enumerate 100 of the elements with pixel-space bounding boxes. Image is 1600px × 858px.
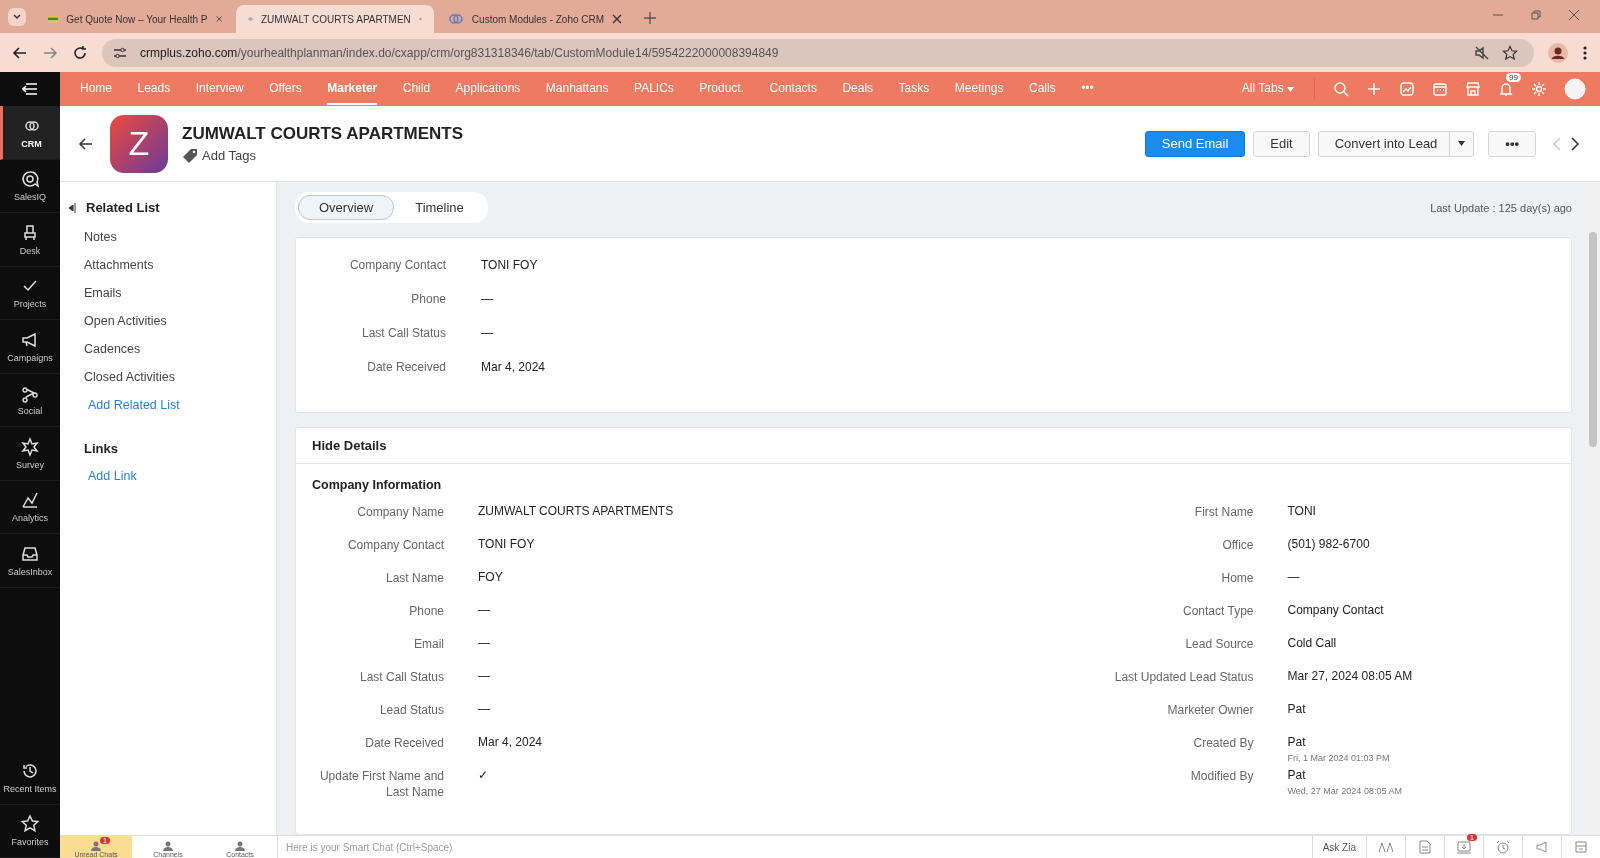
field-value: — (481, 292, 493, 306)
store-icon[interactable] (1465, 81, 1481, 97)
kebab-menu-icon[interactable] (1582, 44, 1588, 61)
chart-icon[interactable] (1399, 81, 1415, 97)
related-list-item[interactable]: Notes (68, 223, 276, 251)
search-icon[interactable] (1333, 81, 1349, 97)
field-value: Company Contact (1287, 603, 1384, 617)
field-value: — (478, 669, 490, 683)
field-label: Last Updated Lead Status (1113, 669, 1255, 685)
field-value: Pat (1287, 735, 1307, 749)
field-value: — (478, 603, 490, 617)
flag-icon (48, 13, 59, 25)
reload-icon[interactable] (72, 44, 88, 61)
back-arrow-icon[interactable] (78, 135, 94, 152)
field-value: TONI FOY (478, 537, 535, 551)
field-value: Mar 27, 2024 08:05 AM (1287, 669, 1413, 683)
calendar-icon[interactable] (1432, 81, 1448, 97)
tag-icon (182, 147, 198, 164)
chat-bubble-icon (20, 169, 40, 190)
chart-icon (20, 490, 40, 511)
new-tab-icon[interactable] (644, 12, 656, 24)
field-label: Last Call Status (360, 326, 447, 340)
field-label: Last Name (384, 570, 445, 586)
close-icon[interactable] (1568, 9, 1580, 21)
field-label: Office (1221, 537, 1255, 553)
previous-icon[interactable] (1552, 135, 1562, 152)
field-value: ZUMWALT COURTS APARTMENTS (478, 504, 674, 518)
field-label: Date Received (364, 735, 445, 751)
add-tags-link[interactable]: Add Tags (182, 147, 464, 164)
next-icon[interactable] (1570, 135, 1580, 152)
field-label: Phone (410, 292, 447, 306)
related-list-item[interactable]: Cadences (68, 335, 276, 363)
section-heading: Company Information (311, 477, 443, 494)
field-value: Mar 4, 2024 (481, 360, 546, 374)
plus-icon[interactable] (1366, 81, 1382, 97)
close-icon[interactable] (215, 14, 222, 24)
star-burst-icon (20, 436, 40, 457)
action-button[interactable]: Edit (1253, 130, 1310, 157)
muted-speaker-icon[interactable] (1474, 44, 1490, 61)
add-link[interactable]: Add Link (68, 462, 276, 490)
field-value: ✓ (478, 768, 488, 782)
sidebar-item[interactable]: CRM (0, 106, 60, 160)
field-label: Company Contact (348, 258, 447, 272)
field-value: TONI FOY (481, 258, 538, 272)
field-label: Date Received (366, 360, 447, 374)
split-button[interactable]: Convert into Lead (1317, 130, 1475, 157)
tab-title: Get Quote Now – Your Health P (66, 13, 208, 25)
field-label: Lead Status (378, 702, 445, 718)
hide-details-link[interactable]: Hide Details (296, 428, 1571, 464)
settings-icon[interactable] (1531, 81, 1547, 97)
related-list-item[interactable]: Attachments (68, 251, 276, 279)
field-value: Mar 4, 2024 (478, 735, 543, 749)
chevron-down-icon (12, 12, 22, 22)
download-icon (1456, 840, 1472, 854)
field-label: Email (413, 636, 445, 652)
view-tab[interactable]: Timeline (394, 195, 485, 220)
people-icon (161, 841, 175, 851)
field-label: Update First Name and Last Name (318, 768, 445, 800)
tab-title: ZUMWALT COURTS APARTMEN (261, 13, 411, 25)
bookmark-star-icon[interactable] (1502, 44, 1518, 61)
restore-icon[interactable] (1530, 9, 1542, 21)
notification-badge: 99 (1506, 73, 1521, 82)
url-text: crmplus.zoho.com/yourhealthplanman/index.do/cxapp/crm/org831318346/tab/CustomModule14/5954222000008394849 (140, 45, 779, 60)
action-button[interactable]: ••• (1488, 130, 1536, 157)
field-value: Cold Call (1287, 636, 1337, 650)
field-value: — (478, 702, 490, 716)
browser-tab[interactable]: ZUMWALT COURTS APARTMEN (236, 5, 434, 33)
field-value: — (478, 636, 490, 650)
browser-tab[interactable]: Custom Modules - Zoho CRM (436, 5, 634, 33)
field-label: Lead Source (1184, 636, 1255, 652)
forward-icon[interactable] (42, 44, 58, 61)
field-label: Modified By (1189, 768, 1255, 784)
related-list-item[interactable]: Emails (68, 279, 276, 307)
field-label: Last Call Status (358, 669, 445, 685)
related-list-item[interactable]: Open Activities (68, 307, 276, 335)
star-icon (20, 814, 40, 835)
collapse-icon[interactable] (68, 201, 76, 214)
back-icon[interactable] (12, 44, 28, 61)
timestamp: Fri, 1 Mar 2024 01:03 PM (1287, 753, 1390, 763)
add-related-list-link[interactable]: Add Related List (68, 391, 276, 419)
field-value: Pat (1287, 702, 1306, 716)
tab-list-button[interactable] (8, 8, 26, 26)
menu-icon (22, 82, 38, 96)
close-icon[interactable] (612, 14, 622, 24)
avatar-icon[interactable] (1564, 78, 1586, 100)
field-label: Home (1220, 570, 1255, 586)
bell-icon[interactable] (1498, 81, 1514, 97)
people-icon (233, 841, 247, 851)
last-update-text: Last Update : 125 day(s) ago (1430, 201, 1572, 214)
related-list-item[interactable]: Closed Activities (68, 363, 276, 391)
field-label: Created By (1192, 735, 1255, 751)
address-bar[interactable]: crmplus.zoho.com/yourhealthplanman/index.do/cxapp/crm/org831318346/tab/CustomModule14/5954222000008394849 (102, 38, 1534, 67)
rings-icon (448, 13, 464, 25)
record-avatar: Z (110, 114, 168, 173)
timestamp: Wed, 27 Mar 2024 08:05 AM (1287, 786, 1402, 796)
profile-icon[interactable] (1548, 42, 1568, 63)
browser-tab[interactable]: Get Quote Now – Your Health P (36, 5, 234, 33)
ask-zia-button[interactable]: Ask Zia (1311, 836, 1366, 858)
view-tab[interactable]: Overview (298, 195, 395, 220)
field-value: — (481, 326, 493, 340)
